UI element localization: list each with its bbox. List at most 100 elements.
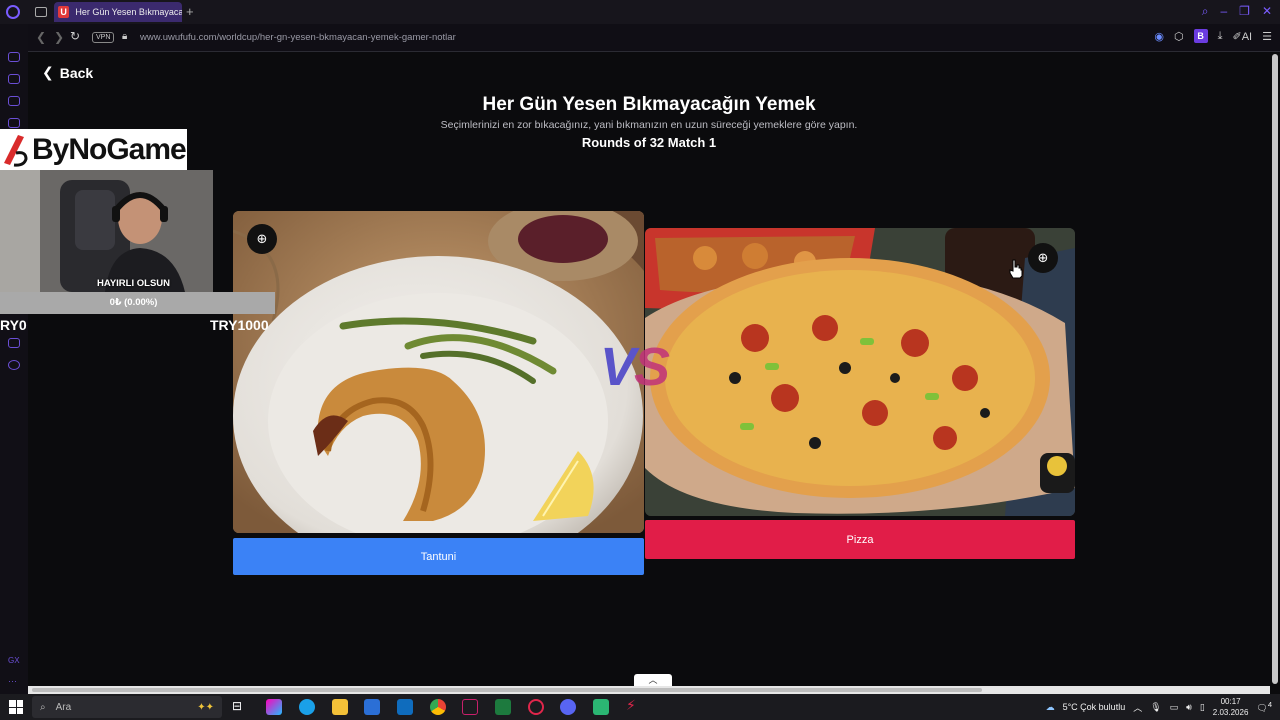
toolbar-extensions: ◉ ⬡ B ⤓ ✐AI ☰ <box>1154 29 1272 43</box>
donation-goal-min: RY0 <box>0 317 27 333</box>
network-icon[interactable]: ▭ <box>1170 702 1179 713</box>
back-arrow-icon[interactable]: ❮ <box>36 30 46 44</box>
vs-label: VS <box>600 336 670 398</box>
hand-cursor-icon <box>1009 259 1023 279</box>
browser-tab-bar: U Her Gün Yesen Bıkmayacağ + ⌕ – ❐ ✕ <box>0 0 1280 24</box>
vpn-badge[interactable]: VPN <box>92 32 115 43</box>
bynogame-mark-icon <box>2 133 28 167</box>
opera-logo-icon[interactable] <box>6 5 20 19</box>
store-icon[interactable] <box>364 699 380 715</box>
aria-ai-icon[interactable]: ✐AI <box>1233 30 1253 43</box>
donation-title: HAYIRLI OLSUN <box>96 278 171 289</box>
zoom-in-icon[interactable]: ⊕ <box>247 224 277 254</box>
sidebar-discord-icon[interactable] <box>8 338 20 348</box>
search-highlight-icon: ✦✦ <box>197 701 214 713</box>
tantuni-photo <box>233 211 644 533</box>
edge-icon[interactable] <box>299 699 315 715</box>
windows-taskbar: ⌕ Ara ✦✦ ⊟ ⚡︎ ☁︎ 5°C Çok bulutlu ︿ 🎙︎ ▭ … <box>0 694 1280 720</box>
task-view-icon[interactable]: ⊟ <box>232 699 248 715</box>
horizontal-scroll-thumb[interactable] <box>32 688 982 692</box>
tab-title: Her Gün Yesen Bıkmayacağ <box>75 7 182 17</box>
pizza-button[interactable]: Pizza <box>645 520 1075 559</box>
radio-icon[interactable]: ◉ <box>1154 30 1164 43</box>
sidebar-messenger-icon[interactable] <box>8 118 20 128</box>
windows-start-icon[interactable] <box>9 700 23 714</box>
round-info: Rounds of 32 Match 1 <box>581 135 717 150</box>
tantuni-button[interactable]: Tantuni <box>233 538 644 575</box>
sidebar-bag-icon[interactable] <box>8 74 20 84</box>
bynogame-logo: ByNoGame <box>0 129 187 170</box>
sidebar-gx-icon[interactable]: GX <box>8 656 20 665</box>
sidebar-history-icon[interactable] <box>8 52 20 62</box>
streamer-webcam-image <box>0 170 213 292</box>
app-bolt-icon[interactable]: ⚡︎ <box>626 697 642 713</box>
app-v-icon[interactable] <box>462 699 478 715</box>
forward-arrow-icon[interactable]: ❯ <box>54 30 64 44</box>
clock-time: 00:17 <box>1220 697 1241 706</box>
outlook-icon[interactable] <box>397 699 413 715</box>
zoom-in-icon[interactable]: ⊕ <box>1028 243 1058 273</box>
sidebar-wallet-icon[interactable] <box>8 96 20 106</box>
battery-icon[interactable]: ▯ <box>1200 702 1205 713</box>
vertical-scrollbar[interactable] <box>1270 52 1280 686</box>
opera-gx-taskbar-icon[interactable] <box>528 699 544 715</box>
system-tray: ☁︎ 5°C Çok bulutlu ︿ 🎙︎ ▭ 🔊︎ ▯ 00:17 2.0… <box>1046 696 1272 718</box>
sidebar-settings-icon[interactable] <box>8 360 20 370</box>
address-bar: ❮ ❯ ↻ VPN 🔒︎ www.uwufufu.com/worldcup/he… <box>28 24 1280 52</box>
clock-date: 2.03.2026 <box>1212 708 1249 717</box>
extension-b-icon[interactable]: B <box>1193 29 1208 43</box>
active-tab[interactable]: U Her Gün Yesen Bıkmayacağ <box>54 2 182 22</box>
file-explorer-icon[interactable] <box>332 699 348 715</box>
download-icon[interactable]: ⤓ <box>1218 30 1223 43</box>
extensions-icon[interactable]: ⬡ <box>1174 30 1184 43</box>
vertical-scroll-thumb[interactable] <box>1272 54 1278 684</box>
search-placeholder: Ara <box>55 701 72 713</box>
web-page: ❮ Back Her Gün Yesen Bıkmayacağın Yemek … <box>28 52 1270 686</box>
app-chart-icon[interactable] <box>495 699 511 715</box>
chrome-icon[interactable] <box>430 699 446 715</box>
browser-sidebar: GX ··· <box>0 24 28 694</box>
weather-label[interactable]: 5°C Çok bulutlu <box>1063 702 1126 712</box>
app-green-icon[interactable] <box>593 699 609 715</box>
notification-count: 4 <box>1267 700 1272 709</box>
webcam-feed <box>0 170 213 292</box>
donation-goal-max: TRY1000 <box>210 317 269 333</box>
scroll-top-button[interactable]: ︿ <box>634 674 672 686</box>
sponsor-name: ByNoGame <box>32 132 187 166</box>
discord-icon[interactable] <box>560 699 576 715</box>
donation-progress-bar: 0₺ (0.00%) <box>0 292 275 314</box>
close-icon[interactable]: ✕ <box>1262 4 1272 19</box>
search-icon: ⌕ <box>40 701 46 713</box>
search-tabs-icon[interactable]: ⌕ <box>1202 4 1209 19</box>
tantuni-image[interactable]: ⊕ <box>233 211 644 533</box>
microphone-icon[interactable]: 🎙︎ <box>1150 702 1161 713</box>
restore-icon[interactable]: ❐ <box>1239 4 1250 19</box>
vs-s: S <box>634 337 670 397</box>
url-field[interactable]: www.uwufufu.com/worldcup/her-gn-yesen-bk… <box>140 32 456 43</box>
weather-icon[interactable]: ☁︎ <box>1046 702 1055 713</box>
volume-icon[interactable]: 🔊︎ <box>1186 702 1192 713</box>
clock[interactable]: 00:17 2.03.2026 <box>1213 696 1249 718</box>
sidebar-more-icon[interactable]: ··· <box>8 676 17 686</box>
menu-icon[interactable]: ☰ <box>1262 30 1272 43</box>
back-label: Back <box>59 64 94 81</box>
notification-icon[interactable]: 🗨︎4 <box>1256 700 1272 714</box>
ai-label: AI <box>1241 30 1253 43</box>
uwufufu-favicon-icon: U <box>58 6 70 18</box>
chevron-up-icon[interactable]: ︿ <box>1133 701 1142 714</box>
vs-v: V <box>600 337 636 397</box>
new-tab-icon[interactable]: + <box>186 4 194 19</box>
horizontal-scrollbar[interactable] <box>28 686 1270 694</box>
minimize-icon[interactable]: – <box>1220 4 1227 19</box>
donation-progress-label: 0₺ (0.00%) <box>109 297 158 308</box>
taskbar-search[interactable]: ⌕ Ara ✦✦ <box>32 696 222 718</box>
reload-icon[interactable]: ↻ <box>70 29 80 43</box>
back-link[interactable]: ❮ Back <box>42 64 93 81</box>
copilot-icon[interactable] <box>266 699 282 715</box>
page-title: Her Gün Yesen Bıkmayacağın Yemek <box>482 94 816 115</box>
page-subtitle: Seçimlerinizi en zor bıkacağınız, yani b… <box>440 119 858 131</box>
tab-islands-icon[interactable] <box>35 7 47 17</box>
chevron-left-icon: ❮ <box>42 64 54 80</box>
window-controls: ⌕ – ❐ ✕ <box>1202 4 1272 19</box>
lock-icon[interactable]: 🔒︎ <box>122 31 127 42</box>
